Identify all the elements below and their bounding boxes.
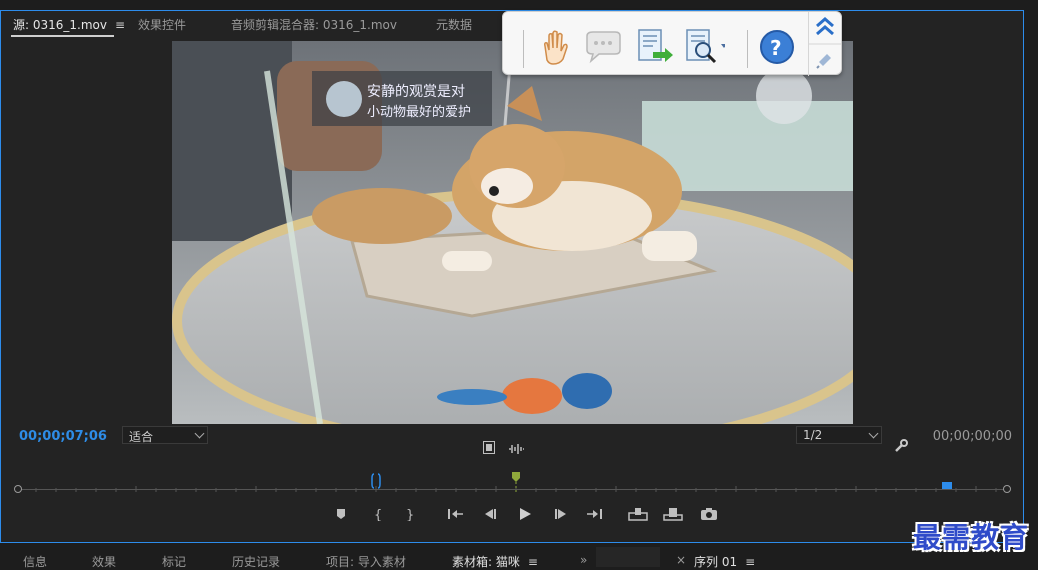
overflow-tabs-icon[interactable]: »	[580, 553, 587, 567]
duration-timecode: 00;00;00;00	[932, 429, 1012, 444]
hand-tool-icon[interactable]	[531, 26, 575, 68]
tab-project[interactable]: 项目: 导入素材	[326, 553, 406, 570]
step-back-button[interactable]	[482, 507, 500, 521]
mark-out-button[interactable]: }	[403, 507, 421, 521]
toolbar-separator	[747, 30, 748, 68]
toolbar-side-controls	[808, 12, 841, 76]
help-icon[interactable]: ?	[757, 26, 801, 68]
playback-resolution-value: 1/2	[803, 428, 823, 442]
play-button[interactable]	[517, 507, 535, 521]
film-strip-icon[interactable]	[483, 439, 495, 458]
close-tab-icon[interactable]: ×	[676, 553, 686, 567]
floating-toolbar: ?	[502, 11, 842, 76]
bottom-panel-tabs: 信息 效果 标记 历史记录 项目: 导入素材 素材箱: 猫咪 ≡ » × 序列 0…	[0, 543, 1038, 570]
zoom-scrollbar-left-handle[interactable]	[14, 485, 22, 493]
svg-text:{: {	[374, 508, 382, 521]
chevron-down-icon	[868, 428, 879, 439]
toolbar-separator	[523, 30, 524, 68]
overwrite-button[interactable]	[663, 507, 683, 521]
svg-text:}: }	[406, 508, 414, 521]
zoom-scrollbar-right-handle[interactable]	[1003, 485, 1011, 493]
tab-source[interactable]: 源: 0316_1.mov ≡	[13, 16, 125, 33]
in-point-marker[interactable]	[371, 473, 381, 489]
tab-audio-clip-mixer[interactable]: 音频剪辑混合器: 0316_1.mov	[231, 16, 397, 33]
sign-text-2: 小动物最好的爱护	[367, 104, 471, 120]
pin-icon[interactable]	[816, 54, 831, 69]
tab-effect-controls[interactable]: 效果控件	[138, 16, 186, 33]
tab-menu-icon[interactable]: ≡	[115, 18, 125, 32]
tab-info[interactable]: 信息	[23, 553, 47, 570]
tab-history[interactable]: 历史记录	[232, 553, 280, 570]
svg-text:?: ?	[770, 36, 782, 60]
zoom-document-icon[interactable]	[681, 26, 727, 68]
wrench-settings-icon[interactable]	[894, 438, 908, 457]
playback-resolution-select[interactable]: 1/2	[796, 426, 882, 444]
zoom-level-select[interactable]: 适合	[122, 426, 208, 444]
video-preview: 安静的观赏是对 小动物最好的爱护	[172, 41, 853, 424]
active-tab-underline	[11, 35, 114, 37]
tab-markers[interactable]: 标记	[162, 553, 186, 570]
audio-waveform-icon[interactable]	[508, 440, 524, 459]
mark-in-button[interactable]: {	[372, 507, 390, 521]
step-forward-button[interactable]	[553, 507, 571, 521]
insert-button[interactable]	[628, 507, 648, 521]
watermark-text: 最需教育	[913, 521, 1030, 554]
tab-bin-cats[interactable]: 素材箱: 猫咪 ≡	[452, 553, 538, 570]
empty-panel-tab	[596, 547, 660, 567]
add-marker-button[interactable]	[334, 507, 352, 521]
go-to-in-button[interactable]	[447, 507, 465, 521]
current-timecode[interactable]: 00;00;07;06	[19, 429, 107, 444]
collapse-up-icon[interactable]	[816, 17, 834, 36]
sign-text-1: 安静的观赏是对	[367, 84, 465, 100]
export-document-icon[interactable]	[631, 26, 675, 68]
tab-metadata[interactable]: 元数据	[436, 16, 472, 33]
tab-sequence-01[interactable]: 序列 01 ≡	[694, 553, 755, 570]
tab-effects[interactable]: 效果	[92, 553, 116, 570]
zoom-level-value: 适合	[129, 430, 154, 444]
export-frame-camera-icon[interactable]	[700, 507, 718, 521]
tab-source-label: 源: 0316_1.mov	[13, 18, 107, 32]
zoom-scrollbar-track[interactable]	[18, 489, 1006, 490]
go-to-out-button[interactable]	[585, 507, 603, 521]
comment-bubble-icon[interactable]	[581, 26, 625, 68]
video-frame-image: 安静的观赏是对 小动物最好的爱护	[172, 41, 853, 424]
chevron-down-icon	[194, 428, 205, 439]
